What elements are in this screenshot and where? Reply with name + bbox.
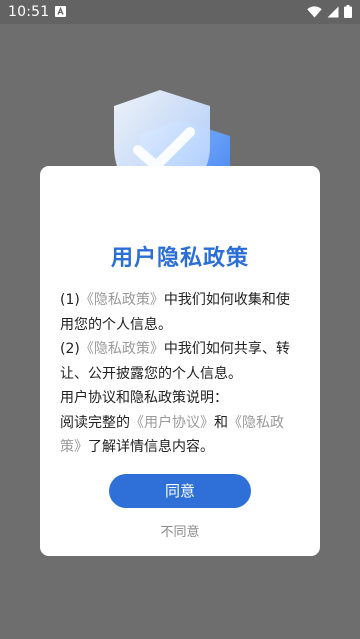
status-icons	[307, 3, 352, 22]
privacy-policy-link[interactable]: 《隐私政策》	[80, 292, 164, 308]
item-prefix: (2)	[60, 341, 80, 357]
dialog-body: (1)《隐私政策》中我们如何收集和使用您的个人信息。 (2)《隐私政策》中我们如…	[60, 288, 302, 460]
user-agreement-link[interactable]: 《用户协议》	[130, 415, 214, 431]
status-bar: 10:51	[0, 0, 360, 24]
agree-button[interactable]: 同意	[109, 474, 251, 508]
screen: 10:51 用户隐私政策 (1)《隐私政策》中我们如何收集和使用您的个人信息。 …	[0, 0, 360, 639]
item-mid: 和	[214, 414, 228, 431]
dialog-title: 用户隐私政策	[110, 246, 249, 271]
privacy-dialog: 用户隐私政策 (1)《隐私政策》中我们如何收集和使用您的个人信息。 (2)《隐私…	[40, 166, 320, 556]
policy-item-3: 阅读完整的《用户协议》和《隐私政策》了解详情信息内容。	[60, 411, 302, 460]
wifi-icon	[307, 3, 322, 22]
notification-a-icon	[55, 6, 66, 17]
signal-icon	[327, 3, 339, 22]
item-prefix: (1)	[60, 292, 80, 308]
policy-item-2: (2)《隐私政策》中我们如何共享、转让、公开披露您的个人信息。	[60, 337, 302, 386]
policy-item-1: (1)《隐私政策》中我们如何收集和使用您的个人信息。	[60, 288, 302, 337]
status-time: 10:51	[8, 4, 50, 20]
disagree-button[interactable]: 不同意	[130, 522, 230, 544]
battery-icon	[344, 3, 352, 22]
privacy-policy-link[interactable]: 《隐私政策》	[80, 341, 164, 357]
item-suffix: 了解详情信息内容。	[88, 439, 214, 455]
item-prefix: 阅读完整的	[60, 414, 130, 431]
policy-heading: 用户协议和隐私政策说明：	[60, 390, 228, 406]
